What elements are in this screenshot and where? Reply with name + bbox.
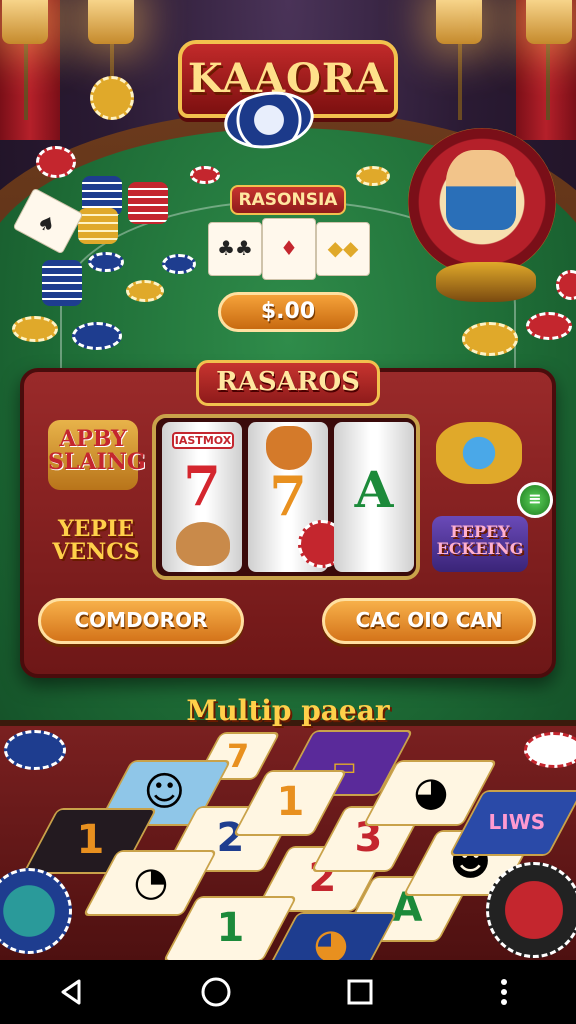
playing-card: ♦ bbox=[262, 218, 316, 280]
back-icon[interactable] bbox=[42, 968, 102, 1016]
reel-label: IASTMOX bbox=[172, 432, 234, 449]
lamp-icon bbox=[88, 0, 134, 44]
chip-icon bbox=[36, 146, 76, 178]
right-action-button[interactable]: CAC OIO CAN bbox=[322, 598, 536, 644]
chip-icon bbox=[486, 862, 576, 958]
chip-icon bbox=[162, 254, 196, 274]
chip-stack bbox=[78, 208, 118, 244]
chip-icon bbox=[524, 732, 576, 768]
chip-icon bbox=[88, 252, 124, 272]
reel-1[interactable]: IASTMOX 7 bbox=[162, 422, 242, 572]
recents-icon[interactable] bbox=[330, 968, 390, 1016]
reel-2[interactable]: 7 bbox=[248, 422, 346, 572]
chip-icon bbox=[72, 322, 122, 350]
chip-icon bbox=[12, 316, 58, 342]
playing-card: ◆◆ bbox=[316, 222, 370, 276]
chip-icon bbox=[190, 166, 220, 184]
chip-icon bbox=[462, 322, 518, 356]
avatar-stand bbox=[436, 262, 536, 302]
left-badge-bottom[interactable]: YEPIE VENCS bbox=[48, 517, 144, 578]
menu-button[interactable]: ≡ bbox=[517, 482, 553, 518]
chip-stack bbox=[42, 260, 82, 306]
dealer-label: RASONSIA bbox=[230, 185, 346, 215]
chip-icon bbox=[356, 166, 390, 186]
chip-icon bbox=[90, 76, 134, 120]
bet-amount-button[interactable]: $.00 bbox=[218, 292, 358, 332]
reel-3[interactable]: A bbox=[334, 422, 414, 572]
system-nav-bar bbox=[0, 960, 576, 1024]
slot-title: RASAROS bbox=[196, 360, 380, 406]
home-icon[interactable] bbox=[186, 968, 246, 1016]
seven-symbol: 7 bbox=[269, 464, 307, 528]
chip-icon bbox=[4, 730, 66, 770]
lamp-icon bbox=[2, 0, 48, 44]
puppy-icon bbox=[176, 522, 230, 566]
player-avatar bbox=[446, 150, 516, 230]
letter-a-symbol: A bbox=[354, 460, 394, 519]
goggles-icon[interactable] bbox=[436, 422, 522, 484]
multiplayer-title: Multip paear bbox=[186, 694, 390, 727]
chip-stack bbox=[128, 182, 168, 224]
chip-icon bbox=[126, 280, 164, 302]
chip-icon bbox=[526, 312, 572, 340]
lamp-icon bbox=[526, 0, 572, 44]
left-badge-top[interactable]: APBY SLAING bbox=[48, 420, 146, 490]
game-scene: ♠ KAAORA RASONSIA ♣♣ ♦ ◆◆ $.00 RASAROS A… bbox=[0, 0, 576, 960]
playing-card: ♣♣ bbox=[208, 222, 262, 276]
more-icon[interactable] bbox=[474, 968, 534, 1016]
seven-symbol: 7 bbox=[183, 454, 221, 518]
left-action-button[interactable]: COMDOROR bbox=[38, 598, 244, 644]
right-badge-bottom[interactable]: FEPEY ECKEING bbox=[432, 516, 528, 572]
lamp-icon bbox=[436, 0, 482, 44]
